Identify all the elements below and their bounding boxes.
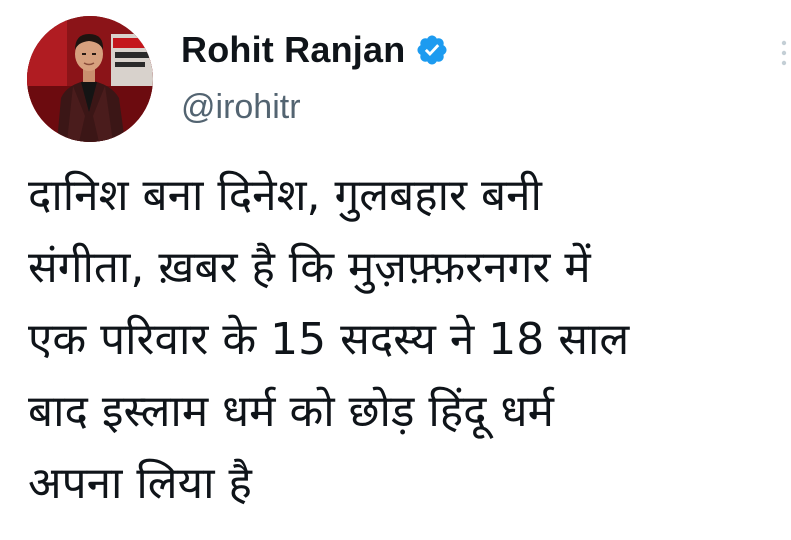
verified-badge-icon [415, 33, 449, 67]
more-options-icon[interactable] [779, 38, 789, 68]
tweet-text: दानिश बना दिनेश, गुलबहार बनी संगीता, ख़ब… [28, 170, 630, 509]
avatar[interactable] [27, 16, 153, 142]
author-name-row[interactable]: Rohit Ranjan [181, 24, 449, 76]
avatar-image [27, 16, 153, 142]
author-display-name[interactable]: Rohit Ranjan [181, 29, 405, 71]
author-handle[interactable]: @irohitr [181, 88, 301, 127]
tweet-card: Rohit Ranjan @irohitr दानिश बना दिनेश, ग… [0, 0, 791, 540]
